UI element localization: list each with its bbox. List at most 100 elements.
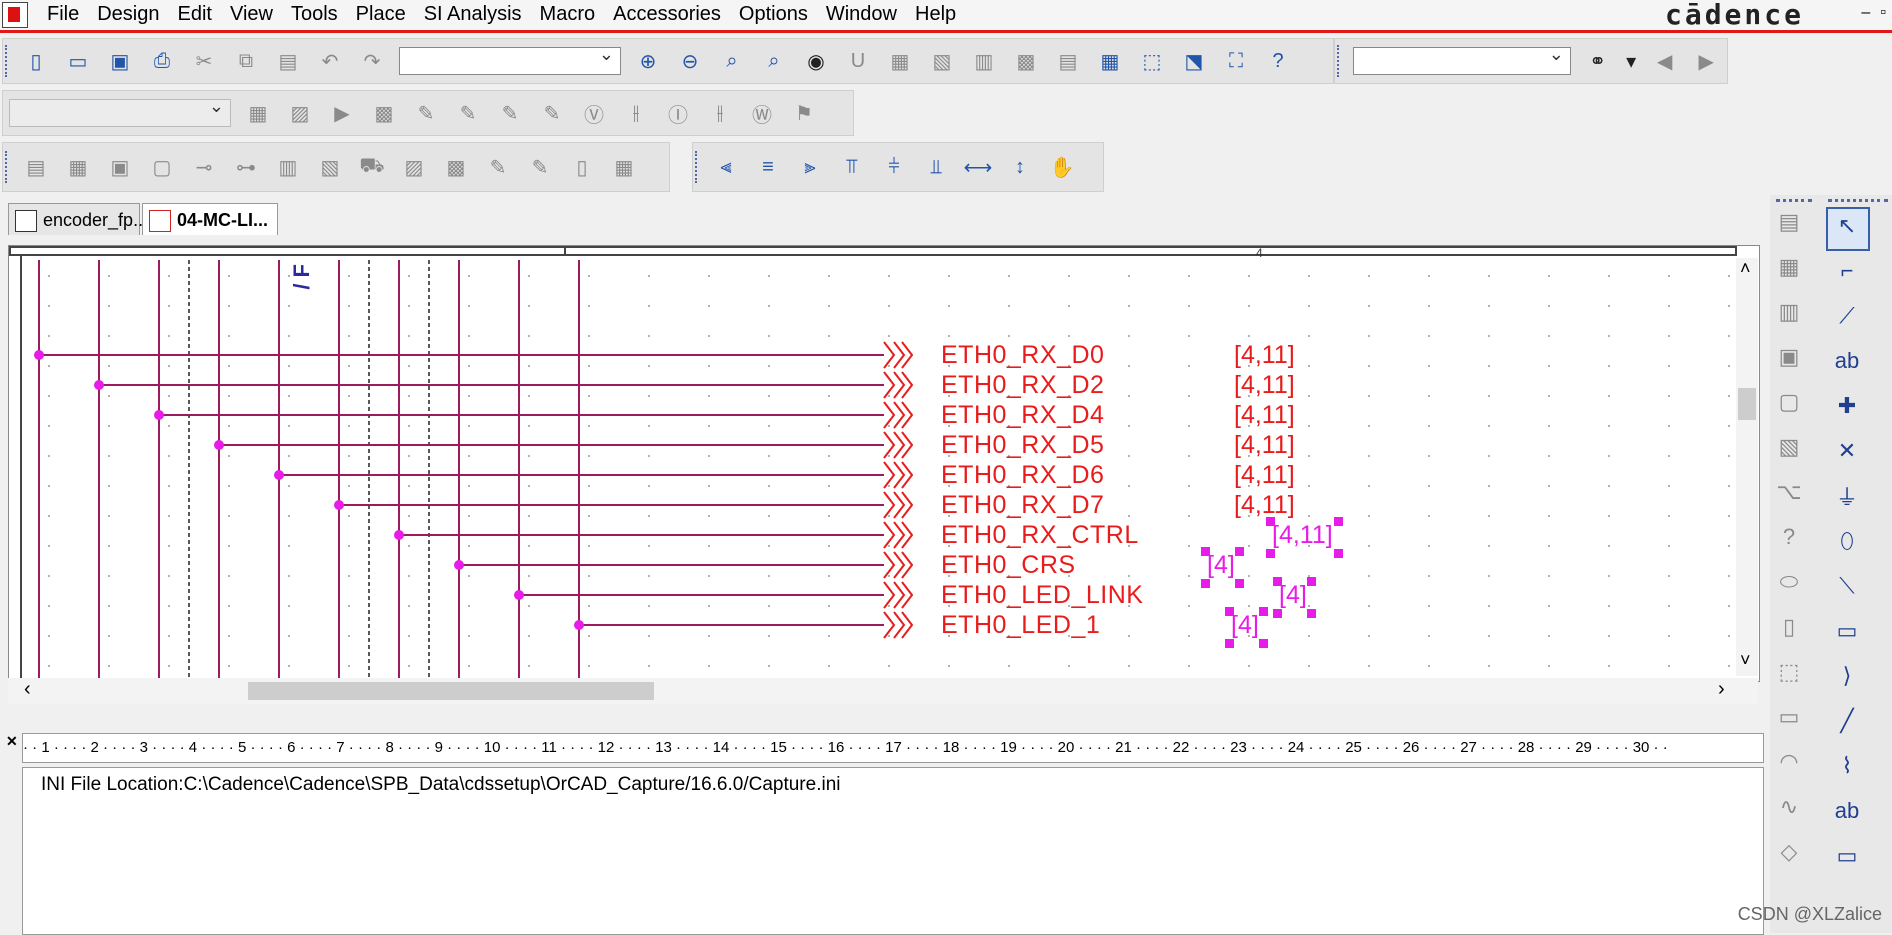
next-icon[interactable]: ▶ bbox=[1693, 48, 1719, 74]
zoom-grey-icon[interactable]: ▧ bbox=[1774, 432, 1804, 462]
align-center-icon[interactable]: ≡ bbox=[755, 154, 781, 180]
copy-icon[interactable]: ⧉ bbox=[233, 48, 259, 74]
lib-9-icon[interactable]: ▨ bbox=[401, 154, 427, 180]
schematic-canvas[interactable]: / F 4 ETH0_RX_D0 [4,11] ETH0_RX_D2 [4,11] ET… bbox=[8, 245, 1760, 682]
offpage-icon[interactable]: ⟩ bbox=[1832, 661, 1862, 691]
menu-help[interactable]: Help bbox=[906, 2, 965, 27]
w-marker-icon[interactable]: Ⓦ bbox=[749, 100, 775, 127]
probe-4-icon[interactable]: ✎ bbox=[539, 100, 565, 126]
rect-icon[interactable]: ▭ bbox=[1832, 841, 1862, 871]
v-marker-icon[interactable]: Ⓥ bbox=[581, 100, 607, 127]
netlist-icon[interactable]: ▥ bbox=[971, 48, 997, 74]
i-diff-icon[interactable]: ⫲ bbox=[707, 100, 733, 126]
junction-icon[interactable]: ✚ bbox=[1832, 391, 1862, 421]
net-name-label[interactable]: ETH0_RX_CTRL bbox=[941, 521, 1139, 550]
scroll-up-icon[interactable]: ˄ bbox=[1740, 258, 1751, 279]
selection-handle[interactable] bbox=[1225, 607, 1234, 616]
align-middle-icon[interactable]: ⫩ bbox=[881, 154, 907, 180]
drc-icon[interactable]: ▧ bbox=[929, 48, 955, 74]
palette-grip[interactable] bbox=[1776, 199, 1812, 202]
menu-options[interactable]: Options bbox=[730, 2, 817, 27]
palette-grip[interactable] bbox=[1828, 199, 1888, 202]
cart-icon[interactable]: ⛟ bbox=[359, 154, 385, 180]
lib-6-icon[interactable]: ⊶ bbox=[233, 154, 259, 180]
print-icon[interactable]: ⎙ bbox=[149, 48, 175, 74]
scroll-right-icon[interactable]: › bbox=[1718, 678, 1725, 701]
chevron-down-icon[interactable]: ▾ bbox=[1618, 48, 1644, 74]
lib-10-icon[interactable]: ▩ bbox=[443, 154, 469, 180]
net-name-label[interactable]: ETH0_CRS bbox=[941, 551, 1076, 580]
back-annotate-icon[interactable]: ▦ bbox=[887, 48, 913, 74]
menu-tools[interactable]: Tools bbox=[282, 2, 347, 27]
vertical-scroll-thumb[interactable] bbox=[1738, 388, 1756, 420]
zoom-area-icon[interactable]: ⌕ bbox=[719, 48, 745, 74]
page-grey-icon[interactable]: ▥ bbox=[1774, 297, 1804, 327]
offpage-reference-label[interactable]: [4] bbox=[1231, 611, 1259, 640]
zoom-in-icon[interactable]: ⊕ bbox=[635, 48, 661, 74]
probe-2-icon[interactable]: ✎ bbox=[455, 100, 481, 126]
polyline-icon[interactable]: ⌇ bbox=[1832, 751, 1862, 781]
scroll-down-icon[interactable]: ˅ bbox=[1740, 650, 1751, 671]
offpage-reference-label[interactable]: [4] bbox=[1279, 581, 1307, 610]
select-icon[interactable]: ⬚ bbox=[1774, 657, 1804, 687]
offpage-reference-label[interactable]: [4,11] bbox=[1234, 461, 1295, 490]
selection-handle[interactable] bbox=[1225, 639, 1234, 648]
selection-handle[interactable] bbox=[1201, 547, 1210, 556]
menu-edit[interactable]: Edit bbox=[169, 2, 221, 27]
paste-icon[interactable]: ▤ bbox=[275, 48, 301, 74]
drag-icon[interactable]: ⬔ bbox=[1181, 48, 1207, 74]
hand-icon[interactable]: ✋ bbox=[1049, 154, 1075, 180]
selection-handle[interactable] bbox=[1266, 517, 1275, 526]
probe-3-icon[interactable]: ✎ bbox=[497, 100, 523, 126]
port-icon[interactable]: ▭ bbox=[1832, 616, 1862, 646]
selection-handle[interactable] bbox=[1259, 639, 1268, 648]
line-icon[interactable]: ╱ bbox=[1832, 706, 1862, 736]
tab-schematic[interactable]: 04-MC-LI... bbox=[142, 203, 278, 235]
net-name-label[interactable]: ETH0_RX_D6 bbox=[941, 461, 1104, 490]
vertical-scrollbar[interactable]: ˄ ˅ bbox=[1736, 258, 1758, 676]
menu-accessories[interactable]: Accessories bbox=[604, 2, 730, 27]
pointer-icon[interactable]: ↖ bbox=[1832, 211, 1862, 241]
lib-1-icon[interactable]: ▤ bbox=[23, 154, 49, 180]
sim-3-icon[interactable]: ▩ bbox=[371, 100, 397, 126]
zoom-all-icon[interactable]: ⌕ bbox=[761, 48, 787, 74]
help-icon[interactable]: ? bbox=[1265, 48, 1291, 74]
cut-icon[interactable]: ✂ bbox=[191, 48, 217, 74]
part-grey-icon[interactable]: ▤ bbox=[1774, 207, 1804, 237]
restore-button[interactable]: ▫ bbox=[1880, 4, 1886, 22]
net-alias-icon[interactable]: ab bbox=[1832, 346, 1862, 376]
selection-handle[interactable] bbox=[1235, 579, 1244, 588]
toolbar-grip[interactable] bbox=[695, 151, 701, 183]
offpage-reference-label[interactable]: [4,11] bbox=[1234, 371, 1295, 400]
annotate-icon[interactable]: U bbox=[845, 48, 871, 74]
horizontal-scroll-thumb[interactable] bbox=[248, 682, 654, 700]
probe-1-icon[interactable]: ✎ bbox=[413, 100, 439, 126]
lib-5-icon[interactable]: ⊸ bbox=[191, 154, 217, 180]
offpage-reference-label[interactable]: [4,11] bbox=[1234, 401, 1295, 430]
lib-7-icon[interactable]: ▥ bbox=[275, 154, 301, 180]
align-bottom-icon[interactable]: ⫫ bbox=[923, 154, 949, 180]
sim-2-icon[interactable]: ▨ bbox=[287, 100, 313, 126]
binoculars-icon[interactable]: ⚭ bbox=[1585, 48, 1611, 74]
selection-handle[interactable] bbox=[1201, 579, 1210, 588]
area-select-icon[interactable]: ⬚ bbox=[1139, 48, 1165, 74]
menu-view[interactable]: View bbox=[221, 2, 282, 27]
lib-13-icon[interactable]: ▯ bbox=[569, 154, 595, 180]
print-grey-icon[interactable]: ▢ bbox=[1774, 387, 1804, 417]
distribute-v-icon[interactable]: ↕ bbox=[1007, 154, 1033, 180]
net-name-label[interactable]: ETH0_RX_D2 bbox=[941, 371, 1104, 400]
previous-icon[interactable]: ◀ bbox=[1652, 48, 1678, 74]
help-grey-icon[interactable]: ? bbox=[1774, 522, 1804, 552]
align-left-icon[interactable]: ⫷ bbox=[713, 154, 739, 180]
offpage-reference-label[interactable]: [4] bbox=[1207, 551, 1235, 580]
net-name-label[interactable]: ETH0_LED_1 bbox=[941, 611, 1100, 640]
arc-icon[interactable]: ◠ bbox=[1774, 747, 1804, 777]
project-manager-icon[interactable]: ⛶ bbox=[1223, 48, 1249, 74]
lib-8-icon[interactable]: ▧ bbox=[317, 154, 343, 180]
net-name-label[interactable]: ETH0_LED_LINK bbox=[941, 581, 1143, 610]
offpage-reference-label[interactable]: [4,11] bbox=[1234, 431, 1295, 460]
tab-encoder[interactable]: encoder_fp... bbox=[8, 203, 148, 235]
bias-icon[interactable]: ⚑ bbox=[791, 100, 817, 126]
snap-grid-icon[interactable]: ▦ bbox=[1097, 48, 1123, 74]
net-name-label[interactable]: ETH0_RX_D7 bbox=[941, 491, 1104, 520]
